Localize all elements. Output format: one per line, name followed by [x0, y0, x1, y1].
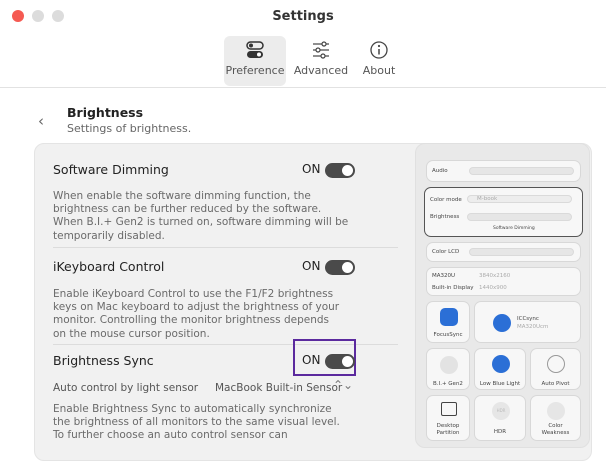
mock-focussync-tile: FocusSync: [426, 301, 470, 343]
description-line: brightness can be further reduced by the…: [53, 203, 322, 216]
toggle-switch[interactable]: [325, 163, 355, 178]
mock-color-mode-label: Color mode: [430, 197, 462, 203]
mock-iccsync-label: ICCsync: [517, 316, 539, 322]
software-dimming-title: Software Dimming: [53, 162, 169, 177]
mock-monitor2-res: 1440x900: [479, 285, 507, 291]
brightness-sync-title: Brightness Sync: [53, 353, 154, 368]
mock-monitors-row: MA320U 3840x2160 Built-in Display 1440x9…: [426, 267, 581, 296]
mock-monitor1-res: 3840x2160: [479, 273, 511, 279]
mock-iccsync-tile: ICCsync MA320Ucm: [474, 301, 581, 343]
mock-audio-row: Audio: [426, 160, 581, 182]
divider: [53, 247, 398, 248]
iccsync-icon: [493, 314, 511, 332]
toggles-icon: [246, 41, 264, 58]
mock-color-lcd-label: Color LCD: [432, 249, 460, 255]
mock-color-lcd-row: Color LCD: [426, 242, 581, 262]
mock-hdr-tile: HDR HDR: [474, 395, 526, 441]
mock-monitor2-label: Built-in Display: [432, 285, 474, 291]
mock-tile-label: Low Blue Light: [479, 381, 521, 387]
description-line: When enable the software dimming functio…: [53, 190, 311, 202]
low-blue-light-icon: [492, 355, 510, 373]
sensor-label: Auto control by light sensor: [53, 382, 199, 394]
mock-audio-slider: [469, 167, 574, 175]
mock-monitor1-label: MA320U: [432, 273, 456, 279]
toggle-state-label: ON: [302, 162, 321, 176]
page-title: Brightness: [67, 105, 144, 120]
color-weakness-icon: [547, 402, 565, 420]
mock-color-brightness-group: Color mode M-book Brightness Software Di…: [424, 187, 583, 237]
mock-tile-label: B.I.+ Gen2: [433, 381, 463, 387]
window-title: Settings: [272, 9, 334, 24]
mock-color-weakness-tile: Color Weakness: [530, 395, 581, 441]
mock-brightness-label: Brightness: [430, 214, 460, 220]
auto-pivot-icon: [547, 355, 565, 373]
mock-iccsync-sub: MA320Ucm: [517, 324, 549, 330]
back-chevron-icon[interactable]: ‹: [38, 112, 44, 130]
settings-window: Settings Preference Advanced About ‹ Bri…: [0, 0, 606, 475]
focussync-icon: [440, 308, 458, 326]
tab-preference-label: Preference: [225, 64, 285, 77]
mock-bi-gen2-tile: B.I.+ Gen2: [426, 348, 470, 390]
mock-tile-label: Auto Pivot: [541, 381, 570, 387]
hdr-icon: HDR: [492, 402, 510, 420]
tab-about-label: About: [362, 64, 396, 77]
preview-mockup: Audio Color mode M-book Brightness Softw…: [415, 143, 590, 448]
mock-focussync-label: FocusSync: [433, 332, 463, 338]
sliders-icon: [313, 41, 329, 59]
bi-gen2-icon: [440, 356, 458, 374]
mock-low-blue-light-tile: Low Blue Light: [474, 348, 526, 390]
description-line: monitor. Controlling the monitor brightn…: [53, 314, 329, 327]
toggle-state-label: ON: [302, 353, 321, 367]
mock-software-dimming-label: Software Dimming: [493, 226, 535, 231]
toolbar: Preference Advanced About: [0, 30, 606, 88]
mock-color-lcd-slider: [469, 248, 574, 256]
page-subtitle: Settings of brightness.: [67, 122, 192, 135]
description-line: When B.I.+ Gen2 is turned on, software d…: [53, 216, 349, 229]
mock-color-mode-value: M-book: [477, 196, 498, 202]
mock-tile-label: HDR: [493, 429, 507, 435]
description-line: the brightness of all monitors to the sa…: [53, 416, 340, 429]
tab-about[interactable]: About: [359, 36, 399, 86]
description-line: Enable iKeyboard Control to use the F1/F…: [53, 288, 334, 300]
tab-advanced-label: Advanced: [293, 64, 349, 77]
title-bar: Settings: [0, 6, 606, 28]
description-line: To further choose an auto control sensor…: [53, 429, 288, 442]
sensor-select[interactable]: MacBook Built-in Sensor: [215, 382, 342, 394]
description-line: keys on Mac keyboard to adjust the brigh…: [53, 301, 340, 314]
software-dimming-description: When enable the software dimming functio…: [53, 190, 348, 243]
description-line: Enable Brightness Sync to automatically …: [53, 403, 332, 415]
ikeyboard-control-description: Enable iKeyboard Control to use the F1/F…: [53, 288, 339, 341]
mock-auto-pivot-tile: Auto Pivot: [530, 348, 581, 390]
chevron-updown-icon[interactable]: ⌃⌄: [333, 378, 353, 392]
tab-advanced[interactable]: Advanced: [291, 36, 351, 86]
info-icon: [370, 41, 388, 59]
mock-tile-label: Color Weakness: [541, 423, 570, 436]
tab-preference[interactable]: Preference: [224, 36, 286, 86]
desktop-partition-icon: [441, 402, 457, 416]
toggle-switch[interactable]: [325, 354, 355, 369]
ikeyboard-control-title: iKeyboard Control: [53, 259, 165, 274]
mock-audio-label: Audio: [432, 168, 448, 174]
description-line: temporarily disabled.: [53, 229, 165, 242]
toggle-switch[interactable]: [325, 260, 355, 275]
mock-desktop-partition-tile: Desktop Partition: [426, 395, 470, 441]
toggle-state-label: ON: [302, 259, 321, 273]
mock-tile-label: Desktop Partition: [436, 423, 460, 436]
brightness-sync-description: Enable Brightness Sync to automatically …: [53, 403, 340, 443]
mock-brightness-slider: [467, 213, 572, 221]
